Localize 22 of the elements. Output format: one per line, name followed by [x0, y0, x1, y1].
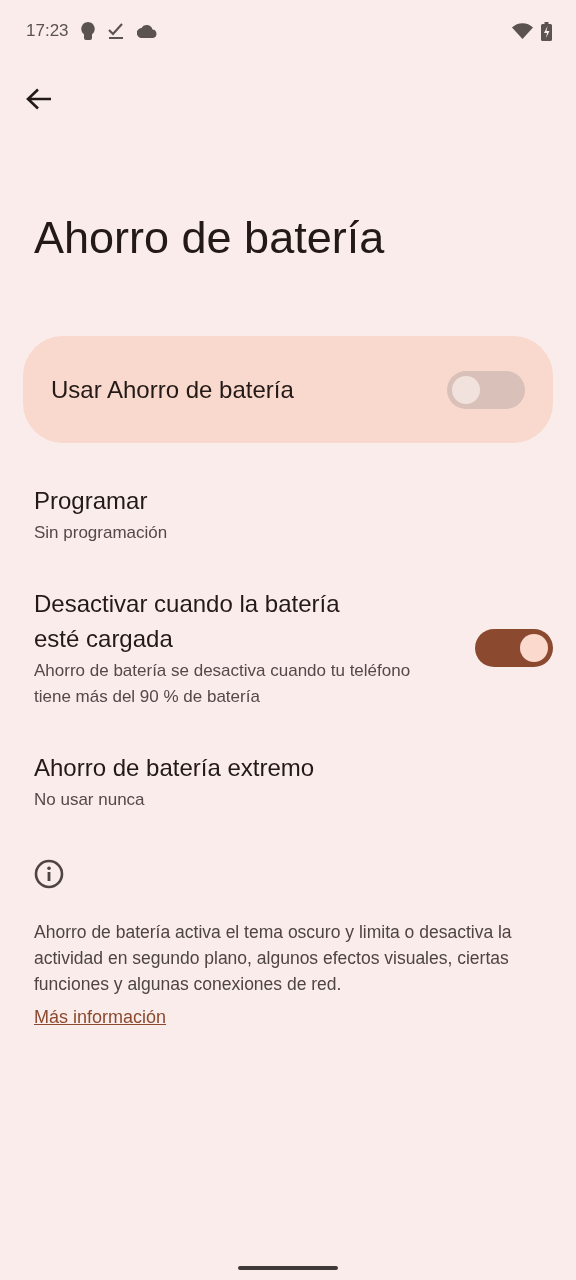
main-switch-card[interactable]: Usar Ahorro de batería	[23, 336, 553, 443]
navigation-handle[interactable]	[238, 1266, 338, 1270]
status-time: 17:23	[26, 21, 69, 41]
setting-title[interactable]: Ahorro de batería extremo	[34, 750, 553, 785]
lightbulb-icon	[80, 22, 95, 40]
page-title: Ahorro de batería	[34, 211, 386, 265]
setting-title: Usar Ahorro de batería	[51, 375, 295, 404]
toggle-switch[interactable]	[475, 629, 553, 667]
setting-title[interactable]: Programar	[34, 483, 553, 518]
info-paragraph: Ahorro de batería activa el tema oscuro y limita o desactiva la actividad en segundo plano, algunos efectos visuales, ciertas funciones y algunas conexiones de red.	[34, 921, 513, 996]
back-arrow-icon[interactable]	[26, 88, 52, 110]
setting-summary: Sin programación	[34, 522, 169, 544]
setting-summary: No usar nunca	[34, 789, 146, 811]
cloud-icon	[136, 24, 157, 38]
setting-title[interactable]: Desactivar cuando la batería esté cargada	[34, 586, 384, 656]
setting-summary: Ahorro de batería se desactiva cuando tu teléfono tiene más del 90 % de batería	[34, 660, 412, 708]
toggle-switch[interactable]	[447, 370, 525, 409]
wifi-icon	[512, 23, 533, 39]
battery-charging-icon	[541, 21, 552, 41]
more-info-link[interactable]: Más información	[34, 1007, 167, 1028]
info-icon	[34, 859, 64, 889]
download-done-icon	[107, 22, 124, 40]
